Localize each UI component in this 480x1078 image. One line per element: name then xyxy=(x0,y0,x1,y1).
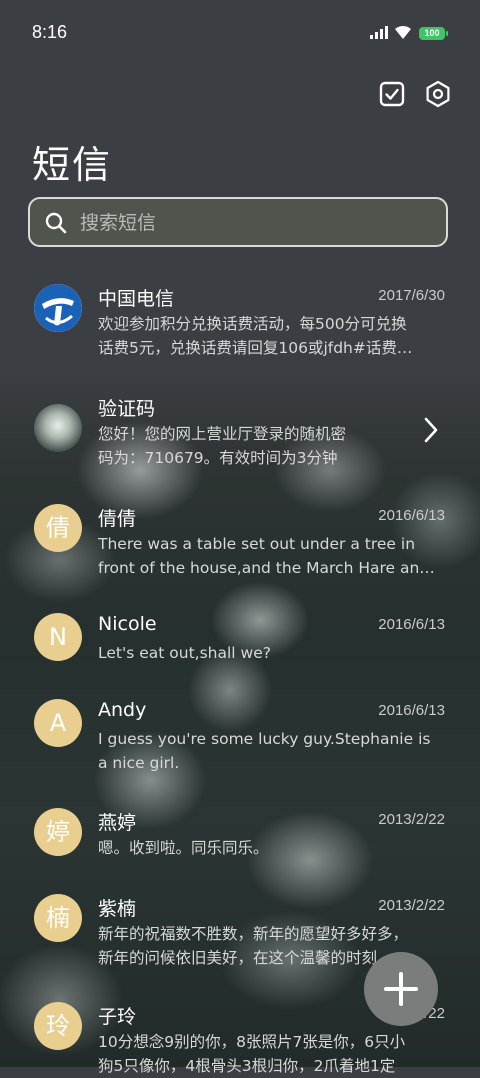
contact-name: 倩倩 xyxy=(98,508,137,530)
contact-photo-avatar xyxy=(34,404,82,452)
search-bar[interactable] xyxy=(28,197,448,247)
batch-edit-icon[interactable] xyxy=(378,80,406,108)
search-icon xyxy=(45,212,67,234)
battery-icon: 100 xyxy=(419,27,448,40)
contact-avatar: 玲 xyxy=(34,1002,82,1050)
page-title: 短信 xyxy=(32,143,113,187)
contact-avatar: 婷 xyxy=(34,808,82,856)
message-date: 2016/6/13 xyxy=(378,702,445,719)
signal-icon xyxy=(370,26,388,39)
message-date: 2016/6/13 xyxy=(378,507,445,524)
wifi-icon xyxy=(395,25,411,39)
contact-name: 紫楠 xyxy=(98,898,137,920)
search-input[interactable] xyxy=(78,209,422,237)
message-preview: There was a table set out under a tree i… xyxy=(98,535,435,577)
contact-avatar: N xyxy=(34,613,82,661)
contact-avatar: 楠 xyxy=(34,894,82,942)
message-preview: Let's eat out,shall we? xyxy=(98,644,271,662)
contact-name: 燕婷 xyxy=(98,812,137,834)
contact-name: Nicole xyxy=(98,613,157,635)
message-preview: 您好！您的网上营业厅登录的随机密 码为：710679。有效时间为3分钟 xyxy=(98,425,347,467)
settings-icon[interactable] xyxy=(424,80,452,108)
message-date: 2016/6/13 xyxy=(378,616,445,633)
contact-name: 中国电信 xyxy=(98,288,175,310)
contact-avatar: A xyxy=(34,699,82,747)
message-date: 2013/2/22 xyxy=(378,811,445,828)
status-bar: 8:16 100 xyxy=(0,0,480,66)
chevron-right-icon[interactable] xyxy=(422,416,440,444)
contact-name: 子玲 xyxy=(98,1006,137,1028)
contact-avatar: 倩 xyxy=(34,504,82,552)
message-date: 2013/2/22 xyxy=(378,897,445,914)
status-time: 8:16 xyxy=(32,22,68,42)
contact-name: 验证码 xyxy=(98,398,156,420)
china-telecom-logo xyxy=(34,284,82,332)
message-preview: 嗯。收到啦。同乐同乐。 xyxy=(98,839,269,857)
message-preview: I guess you're some lucky guy.Stephanie … xyxy=(98,730,431,772)
message-date: 2017/6/30 xyxy=(378,287,445,304)
message-preview: 欢迎参加积分兑换话费活动，每500分可兑换 话费5元，兑换话费请回复106或jf… xyxy=(98,315,413,357)
contact-name: Andy xyxy=(98,699,147,721)
new-message-button[interactable] xyxy=(364,952,438,1026)
message-preview: 10分想念9别的你，8张照片7张是你，6只小 狗5只像你，4根骨头3根归你，2爪… xyxy=(98,1033,406,1075)
